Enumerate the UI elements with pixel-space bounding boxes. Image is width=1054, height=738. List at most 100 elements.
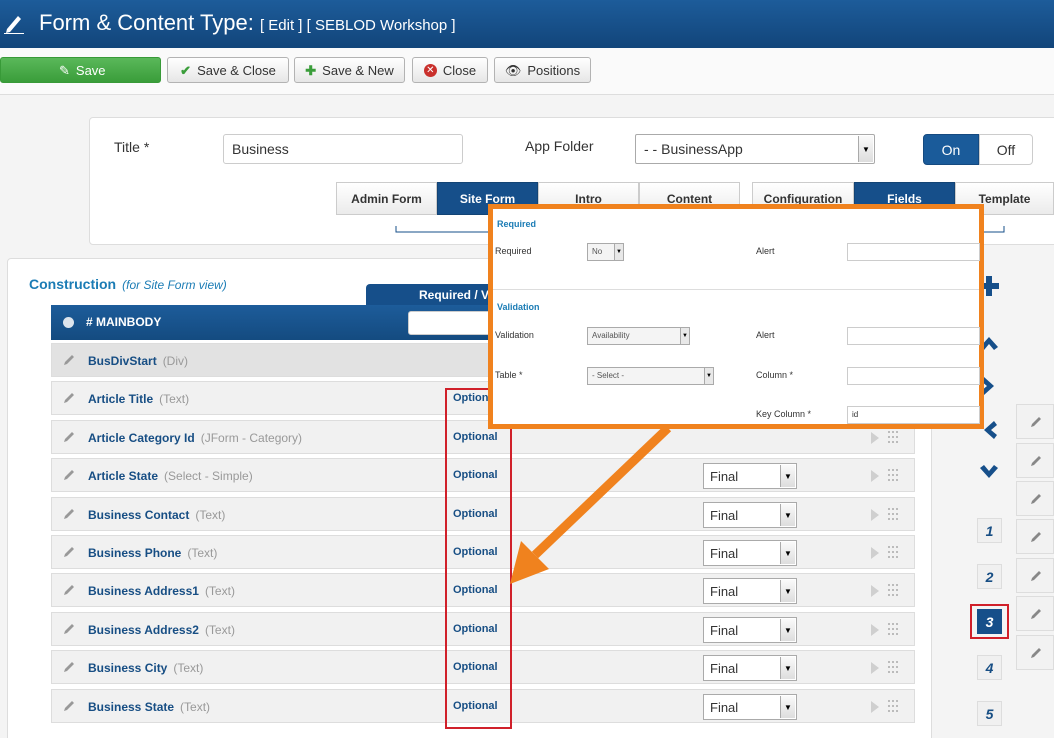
alert-input[interactable] — [847, 327, 980, 345]
edit-pencil-icon — [1031, 648, 1041, 658]
field-type: (Text) — [204, 623, 235, 637]
edit-pencil-icon[interactable] — [62, 507, 76, 521]
edit-pencil-icon — [1031, 494, 1041, 504]
toggle-on-button[interactable]: On — [923, 134, 979, 165]
validation-label: Validation — [495, 330, 534, 340]
alert-input[interactable] — [847, 243, 980, 261]
field-name: Article Title (Text) — [88, 392, 190, 406]
edit-pencil-icon[interactable] — [62, 660, 76, 674]
field-name: Article Category Id (JForm - Category) — [88, 431, 303, 445]
chevron-down-icon: ▼ — [780, 696, 795, 718]
drag-handle-icon[interactable] — [888, 508, 900, 522]
close-icon: ✕ — [423, 63, 437, 77]
radio-icon[interactable] — [63, 317, 74, 328]
table-select[interactable]: - Select - ▼ — [587, 367, 714, 385]
chevron-right-icon[interactable] — [870, 584, 880, 598]
side-edit-button[interactable] — [1016, 519, 1054, 554]
chevron-down-icon: ▼ — [780, 504, 795, 526]
positions-button[interactable]: 👁 Positions — [494, 57, 591, 83]
app-folder-select[interactable]: - - BusinessApp ▼ — [635, 134, 875, 164]
field-name: Business Phone (Text) — [88, 546, 218, 560]
chevron-down-icon[interactable] — [977, 461, 1001, 485]
check-icon: ✔ — [180, 62, 192, 78]
side-edit-button[interactable] — [1016, 558, 1054, 593]
drag-handle-icon[interactable] — [888, 661, 900, 675]
field-type: (JForm - Category) — [200, 431, 303, 445]
field-type: (Select - Simple) — [164, 469, 253, 483]
save-new-button[interactable]: ✚ Save & New — [294, 57, 405, 83]
edit-pencil-icon[interactable] — [62, 430, 76, 444]
validation-section-title: Validation — [497, 302, 540, 312]
mainbody-label: # MAINBODY — [86, 315, 162, 329]
position-1-button[interactable]: 1 — [977, 518, 1002, 543]
toggle-off-button[interactable]: Off — [979, 134, 1033, 165]
validation-select[interactable]: Availability ▼ — [587, 327, 690, 345]
edit-pencil-icon[interactable] — [62, 391, 76, 405]
edit-pencil-icon[interactable] — [62, 583, 76, 597]
mainbody-input[interactable] — [408, 311, 498, 335]
side-edit-button[interactable] — [1016, 404, 1054, 439]
edit-pencil-icon[interactable] — [62, 545, 76, 559]
key-column-input[interactable]: id — [847, 406, 980, 424]
chevron-down-icon: ▼ — [704, 368, 713, 384]
chevron-right-icon[interactable] — [870, 661, 880, 675]
chevron-right-icon[interactable] — [870, 700, 880, 714]
drag-handle-icon[interactable] — [888, 584, 900, 598]
position-5-button[interactable]: 5 — [977, 701, 1002, 726]
chevron-down-icon: ▼ — [780, 619, 795, 641]
edit-pencil-icon[interactable] — [62, 468, 76, 482]
chevron-down-icon: ▼ — [858, 136, 873, 162]
field-type: (Text) — [187, 546, 218, 560]
column-input[interactable] — [847, 367, 980, 385]
stage-select[interactable]: Final ▼ — [703, 655, 797, 681]
side-edit-button[interactable] — [1016, 443, 1054, 478]
highlight-box — [445, 388, 512, 729]
edit-pencil-icon[interactable] — [62, 353, 76, 367]
tab-admin-form[interactable]: Admin Form — [336, 182, 437, 215]
title-input[interactable]: Business — [223, 134, 463, 164]
stage-select[interactable]: Final ▼ — [703, 463, 797, 489]
highlight-box — [970, 604, 1009, 639]
required-select[interactable]: No ▼ — [587, 243, 624, 261]
stage-select[interactable]: Final ▼ — [703, 540, 797, 566]
edit-pencil-icon — [1031, 456, 1041, 466]
edit-pencil-icon[interactable] — [62, 699, 76, 713]
field-type: (Text) — [159, 392, 190, 406]
eye-icon: 👁 — [504, 62, 522, 78]
chevron-right-icon[interactable] — [870, 546, 880, 560]
stage-select[interactable]: Final ▼ — [703, 502, 797, 528]
alert-label: Alert — [756, 246, 775, 256]
stage-select[interactable]: Final ▼ — [703, 617, 797, 643]
position-2-button[interactable]: 2 — [977, 564, 1002, 589]
field-settings-popup: Required Required No ▼ Alert Validation … — [488, 204, 984, 429]
field-name: BusDivStart (Div) — [88, 354, 189, 368]
side-edit-button[interactable] — [1016, 481, 1054, 516]
alert-label: Alert — [756, 330, 775, 340]
drag-handle-icon[interactable] — [888, 546, 900, 560]
edit-pencil-icon — [1031, 609, 1041, 619]
drag-handle-icon[interactable] — [888, 431, 900, 445]
field-type: (Text) — [204, 584, 235, 598]
stage-select[interactable]: Final ▼ — [703, 578, 797, 604]
close-button[interactable]: ✕ Close — [412, 57, 488, 83]
stage-select[interactable]: Final ▼ — [703, 694, 797, 720]
chevron-right-icon[interactable] — [870, 469, 880, 483]
save-close-button[interactable]: ✔ Save & Close — [167, 57, 289, 83]
chevron-right-icon[interactable] — [870, 508, 880, 522]
drag-handle-icon[interactable] — [888, 700, 900, 714]
position-4-button[interactable]: 4 — [977, 655, 1002, 680]
edit-pencil-icon — [4, 16, 24, 34]
field-name: Business Address1 (Text) — [88, 584, 235, 598]
chevron-down-icon: ▼ — [680, 328, 689, 344]
drag-handle-icon[interactable] — [888, 469, 900, 483]
chevron-right-icon[interactable] — [870, 623, 880, 637]
page-subtitle: [ Edit ] [ SEBLOD Workshop ] — [259, 17, 456, 34]
edit-pencil-icon[interactable] — [62, 622, 76, 636]
chevron-right-icon[interactable] — [870, 431, 880, 445]
drag-handle-icon[interactable] — [888, 623, 900, 637]
side-edit-button[interactable] — [1016, 635, 1054, 670]
side-edit-button[interactable] — [1016, 596, 1054, 631]
save-button[interactable]: ✎ Save — [0, 57, 161, 83]
construction-subtitle: (for Site Form view) — [122, 278, 227, 292]
chevron-down-icon: ▼ — [614, 244, 623, 260]
